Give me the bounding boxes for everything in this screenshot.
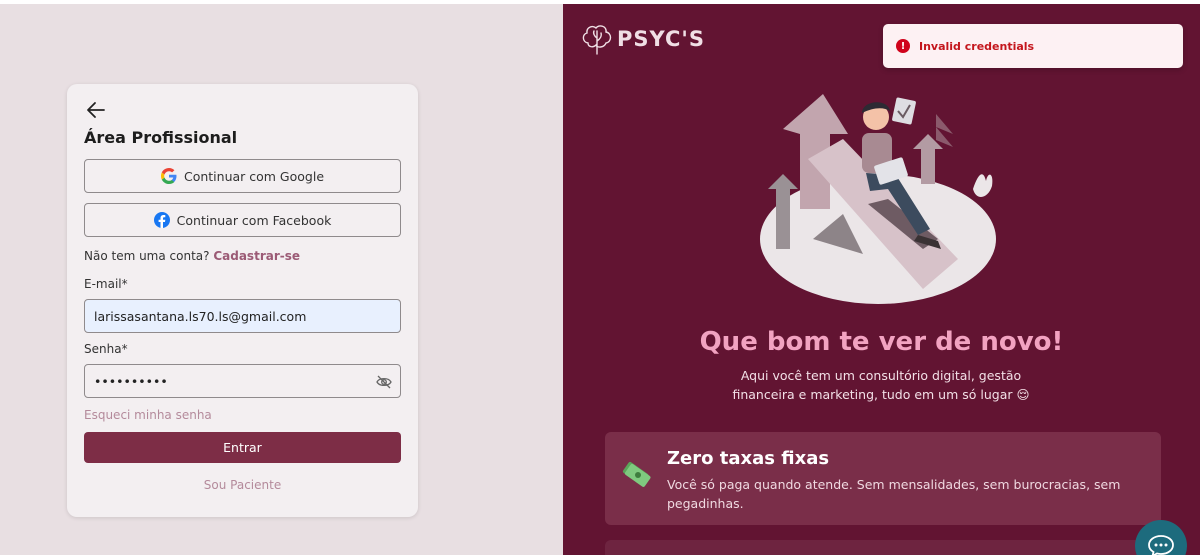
- signup-prompt: Não tem uma conta? Cadastrar-se: [84, 249, 300, 263]
- email-label: E-mail*: [84, 277, 128, 291]
- signup-link[interactable]: Cadastrar-se: [213, 249, 300, 263]
- email-field[interactable]: larissasantana.ls70.ls@gmail.com: [84, 299, 401, 333]
- google-icon: [160, 168, 177, 184]
- brand-name: PSYC'S: [617, 27, 705, 51]
- feature-card-next: [605, 540, 1161, 555]
- chat-bubble-icon: [1148, 535, 1174, 555]
- google-login-button[interactable]: Continuar com Google: [84, 159, 401, 193]
- brand-logo: PSYC'S: [579, 21, 705, 57]
- password-label: Senha*: [84, 342, 128, 356]
- toast-message: Invalid credentials: [919, 39, 1035, 53]
- forgot-password-link[interactable]: Esqueci minha senha: [84, 408, 212, 422]
- facebook-login-label: Continuar com Facebook: [176, 212, 332, 228]
- login-pane: Área Profissional Continuar com Google C…: [0, 4, 563, 555]
- facebook-icon: [153, 212, 170, 228]
- hero-illustration: [760, 94, 996, 304]
- feature-description: Você só paga quando atende. Sem mensalid…: [667, 477, 1121, 511]
- feature-card: Zero taxas fixas Você só paga quando ate…: [605, 432, 1161, 525]
- password-value: ••••••••••: [94, 373, 168, 389]
- password-field[interactable]: ••••••••••: [84, 364, 401, 398]
- feature-title: Zero taxas fixas: [667, 448, 830, 469]
- facebook-login-button[interactable]: Continuar com Facebook: [84, 203, 401, 237]
- hero-pane: PSYC'S ! Invalid credentials Que bom te …: [563, 4, 1200, 555]
- signup-prompt-text: Não tem uma conta?: [84, 249, 210, 263]
- error-toast: ! Invalid credentials: [883, 24, 1183, 68]
- back-arrow-icon[interactable]: [86, 101, 106, 119]
- money-icon: [622, 461, 651, 487]
- login-card: Área Profissional Continuar com Google C…: [67, 84, 418, 517]
- eye-slash-icon[interactable]: [375, 373, 393, 391]
- brain-logo-icon: [582, 25, 612, 55]
- login-submit-button[interactable]: Entrar: [84, 432, 401, 463]
- error-icon: !: [896, 39, 910, 53]
- email-value: larissasantana.ls70.ls@gmail.com: [94, 308, 307, 324]
- patient-link[interactable]: Sou Paciente: [67, 478, 418, 492]
- chat-button[interactable]: [1135, 520, 1187, 555]
- hero-headline: Que bom te ver de novo!: [699, 327, 1064, 357]
- google-login-label: Continuar com Google: [183, 168, 325, 184]
- page-title: Área Profissional: [84, 128, 238, 147]
- hero-subtext: Aqui você tem um consultório digital, ge…: [732, 368, 1030, 402]
